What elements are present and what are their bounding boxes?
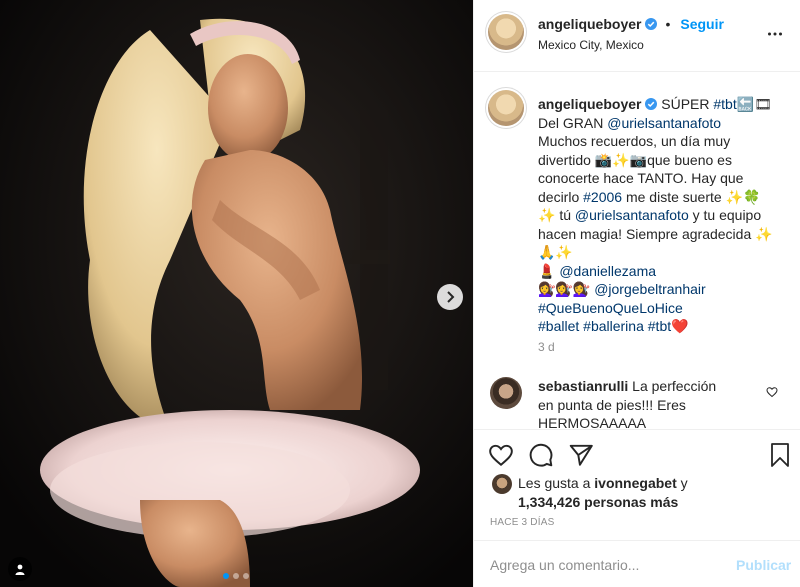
caption-line: Muchos recuerdos, un día muy bbox=[538, 133, 731, 149]
commenter-avatar[interactable] bbox=[490, 377, 522, 409]
post-viewer: angeliqueboyer • Seguir Mexico City, Mex… bbox=[0, 0, 800, 587]
save-button[interactable] bbox=[768, 442, 792, 471]
post-caption: angeliqueboyer SÚPER #tbt🔙🎞 Del GRAN @ur… bbox=[538, 95, 788, 336]
caption-line: 💇‍♀️💇‍♀️💇‍♀️ @jorgebeltranhair bbox=[538, 280, 788, 299]
mention-link[interactable]: @daniellezama bbox=[559, 263, 656, 279]
share-button[interactable] bbox=[568, 442, 594, 471]
publish-button[interactable]: Publicar bbox=[736, 557, 791, 573]
more-options-icon[interactable] bbox=[767, 26, 783, 42]
caption-text: ✨ tú bbox=[538, 207, 575, 223]
caption-text: y tu equipo bbox=[688, 207, 762, 223]
caption-emoji: 💇‍♀️💇‍♀️💇‍♀️ bbox=[538, 281, 595, 297]
hashtag-link[interactable]: #tbt bbox=[713, 96, 736, 112]
mention-link[interactable]: @urielsantanafoto bbox=[575, 207, 689, 223]
comment-text: La perfección bbox=[628, 378, 717, 394]
comment-line: HERMOSAAAAA SIEMPREEEEE bbox=[538, 415, 646, 429]
verified-badge-icon bbox=[645, 98, 658, 110]
caption-line: Del GRAN @urielsantanafoto bbox=[538, 114, 788, 133]
verified-badge-icon bbox=[645, 18, 658, 30]
caption-line: #QueBuenoQueLoHice bbox=[538, 299, 788, 318]
like-comment-heart-icon[interactable] bbox=[766, 386, 778, 398]
caption-text: decirlo bbox=[538, 188, 584, 205]
tagged-users-button[interactable] bbox=[8, 557, 32, 581]
caption-text: Del GRAN bbox=[538, 114, 608, 131]
like-button[interactable] bbox=[488, 442, 514, 471]
caption-line: decirlo #2006 me diste suerte ✨🍀 bbox=[538, 188, 788, 207]
caption-line: angeliqueboyer SÚPER #tbt🔙🎞 bbox=[538, 95, 788, 114]
post-date[interactable]: HACE 3 DÍAS bbox=[490, 517, 554, 528]
carousel-dot bbox=[243, 573, 249, 579]
comments-section[interactable]: angeliqueboyer SÚPER #tbt🔙🎞 Del GRAN @ur… bbox=[474, 73, 800, 429]
add-comment-form: Publicar bbox=[474, 540, 800, 587]
liker-avatar[interactable] bbox=[492, 474, 512, 494]
caption-line: ✨ tú @urielsantanafoto y tu equipo bbox=[538, 206, 788, 225]
follow-button[interactable]: Seguir bbox=[680, 16, 724, 32]
carousel-dot bbox=[233, 573, 239, 579]
mention-link[interactable]: @jorgebeltranhair bbox=[594, 281, 706, 297]
caption-text: me diste suerte ✨🍀 bbox=[622, 188, 761, 205]
author-row: angeliqueboyer • Seguir bbox=[538, 16, 724, 32]
hashtag-link[interactable]: #QueBuenoQueLoHice bbox=[538, 300, 683, 316]
comment-line: en punta de pies!!! Eres bbox=[538, 396, 686, 413]
next-image-button[interactable] bbox=[437, 284, 463, 310]
caption-line: #ballet #ballerina #tbt❤️ bbox=[538, 317, 788, 336]
heart-icon bbox=[489, 444, 513, 467]
comment-input[interactable] bbox=[490, 555, 710, 575]
hashtag-link[interactable]: #2006 bbox=[583, 189, 622, 205]
hashtag-link[interactable]: #ballet bbox=[538, 318, 579, 334]
author-avatar[interactable] bbox=[488, 14, 524, 50]
hashtag-link[interactable]: #ballerina bbox=[583, 318, 644, 334]
caption-line: 💄 @daniellezama bbox=[538, 262, 788, 281]
paper-plane-icon bbox=[569, 444, 593, 466]
caption-text: SÚPER bbox=[657, 96, 714, 112]
caption-line: 🙏✨ bbox=[538, 244, 573, 260]
caption-emoji: 💄 bbox=[538, 262, 560, 279]
caption-author-avatar[interactable] bbox=[488, 90, 524, 126]
caption-emoji: 🔙🎞 bbox=[736, 96, 772, 112]
user-icon bbox=[15, 564, 25, 575]
mention-link[interactable]: @urielsantanafoto bbox=[607, 115, 721, 131]
bookmark-icon bbox=[771, 443, 789, 467]
caption-timestamp[interactable]: 3 d bbox=[538, 340, 555, 354]
post-header: angeliqueboyer • Seguir Mexico City, Mex… bbox=[474, 0, 800, 72]
liker-username[interactable]: ivonnegabet bbox=[594, 475, 676, 491]
comment-button[interactable] bbox=[528, 442, 554, 471]
carousel-dot bbox=[223, 573, 229, 579]
chevron-right-icon bbox=[447, 291, 455, 303]
comment-line: sebastianrulli La perfección bbox=[538, 377, 748, 396]
caption-emoji: ❤️ bbox=[671, 318, 689, 334]
hashtag-link[interactable]: #tbt bbox=[648, 318, 671, 334]
carousel-indicator bbox=[223, 573, 249, 579]
action-bar bbox=[488, 442, 594, 471]
caption-author-username[interactable]: angeliqueboyer bbox=[538, 96, 641, 112]
author-username[interactable]: angeliqueboyer bbox=[538, 16, 641, 32]
separator-dot: • bbox=[665, 16, 671, 32]
caption-line: hacen magia! Siempre agradecida ✨ bbox=[538, 225, 773, 242]
caption-line: divertido 📸✨📷que bueno es bbox=[538, 151, 732, 168]
post-actions-footer: Les gusta a ivonnegabet y 1,334,426 pers… bbox=[474, 429, 800, 587]
post-location[interactable]: Mexico City, Mexico bbox=[538, 38, 644, 52]
likes-summary[interactable]: Les gusta a ivonnegabet y 1,334,426 pers… bbox=[518, 474, 788, 512]
post-media[interactable] bbox=[0, 0, 473, 587]
likes-count[interactable]: 1,334,426 personas más bbox=[518, 494, 678, 510]
likes-prefix: Les gusta a bbox=[518, 475, 595, 491]
comment-bubble-icon bbox=[529, 443, 553, 467]
post-photo bbox=[0, 0, 473, 587]
caption-line: conocerte hace TANTO. Hay que bbox=[538, 170, 744, 186]
post-sidebar: angeliqueboyer • Seguir Mexico City, Mex… bbox=[473, 0, 800, 587]
likes-connector: y bbox=[676, 475, 688, 491]
comment-item: sebastianrulli La perfección en punta de… bbox=[538, 377, 748, 429]
commenter-username[interactable]: sebastianrulli bbox=[538, 378, 628, 394]
